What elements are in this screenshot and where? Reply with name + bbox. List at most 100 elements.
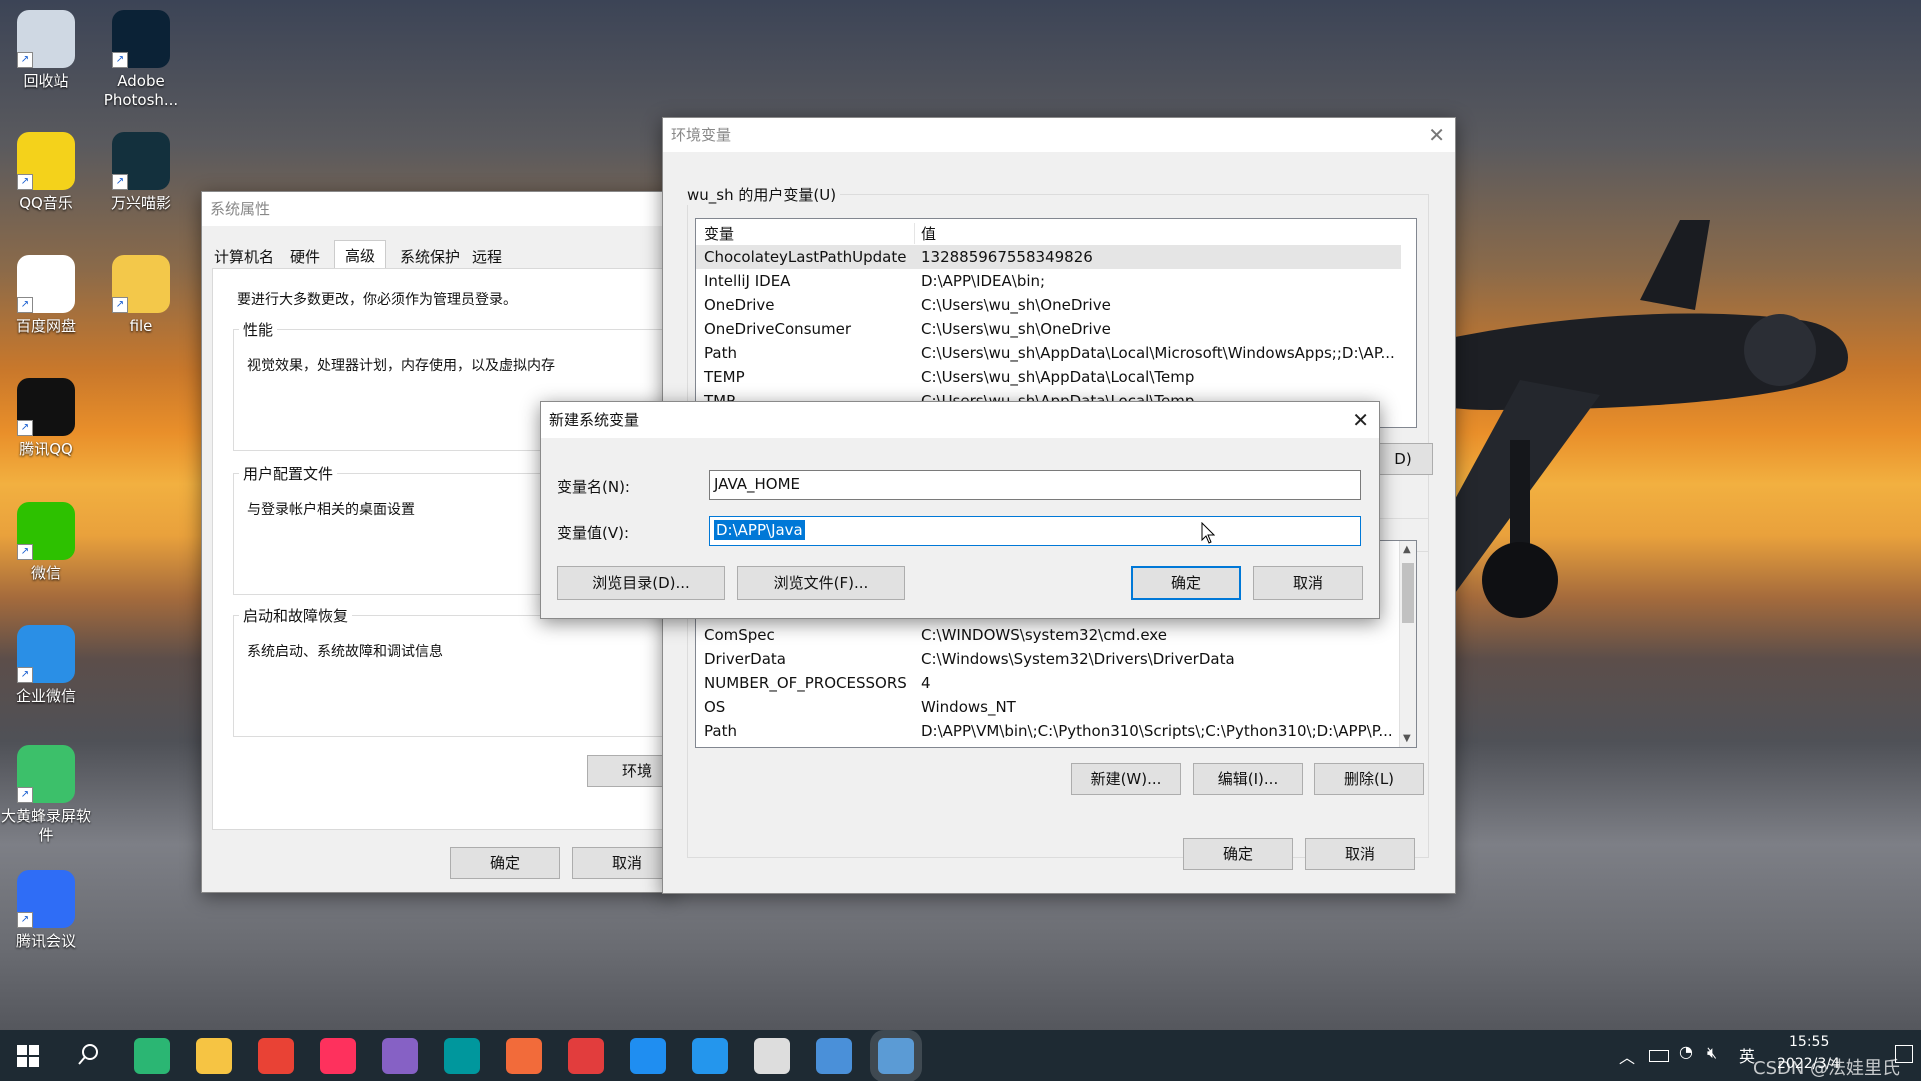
dialog-ok-button[interactable]: 确定 bbox=[1131, 566, 1241, 600]
desktop-icon[interactable]: ↗ 回收站 bbox=[0, 10, 96, 91]
tab-hardware[interactable]: 硬件 bbox=[290, 246, 320, 267]
chrome-icon[interactable] bbox=[258, 1038, 294, 1074]
browse-directory-button[interactable]: 浏览目录(D)... bbox=[557, 566, 725, 600]
desktop-icon[interactable]: ↗ 大黄蜂录屏软件 bbox=[0, 745, 96, 845]
tab-advanced[interactable]: 高级 bbox=[334, 240, 387, 270]
window-app-icon[interactable] bbox=[630, 1038, 666, 1074]
notification-icon[interactable] bbox=[1895, 1045, 1913, 1063]
desktop-icon[interactable]: ↗ 腾讯会议 bbox=[0, 870, 96, 951]
file-explorer-icon[interactable] bbox=[196, 1038, 232, 1074]
table-row[interactable]: TEMP C:\Users\wu_sh\AppData\Local\Temp bbox=[696, 365, 1416, 389]
volume-mute-icon[interactable]: 🔇︎ bbox=[1707, 1043, 1717, 1063]
desktop-icon[interactable]: ↗ 百度网盘 bbox=[0, 255, 96, 336]
variable-value-cell: 4 bbox=[921, 674, 931, 692]
edit-variable-button[interactable]: 编辑(I)... bbox=[1193, 763, 1303, 795]
dialog-title-text: 新建系统变量 bbox=[549, 411, 640, 429]
variable-name-cell: NUMBER_OF_PROCESSORS bbox=[704, 674, 907, 692]
admin-note: 要进行大多数更改，你必须作为管理员登录。 bbox=[237, 292, 517, 308]
variable-value-cell: 132885967558349826 bbox=[921, 248, 1093, 266]
browse-file-button[interactable]: 浏览文件(F)... bbox=[737, 566, 905, 600]
search-button[interactable] bbox=[76, 1042, 102, 1068]
tab-computer-name[interactable]: 计算机名 bbox=[214, 246, 274, 267]
desktop-icon-label: 回收站 bbox=[23, 72, 69, 90]
user-delete-button[interactable]: D) bbox=[1373, 443, 1433, 475]
env-ok-button[interactable]: 确定 bbox=[1183, 838, 1293, 870]
visual-studio-icon[interactable] bbox=[382, 1038, 418, 1074]
desktop-icon-label: 百度网盘 bbox=[15, 317, 76, 335]
git-app-icon[interactable] bbox=[754, 1038, 790, 1074]
table-row[interactable]: DriverData C:\Windows\System32\Drivers\Dr… bbox=[696, 647, 1416, 671]
close-icon[interactable]: ✕ bbox=[1352, 402, 1369, 438]
desktop-icon[interactable]: ↗ QQ音乐 bbox=[0, 132, 96, 213]
wifi-icon[interactable]: ◔ bbox=[1679, 1042, 1693, 1061]
table-row[interactable]: ComSpec C:\WINDOWS\system32\cmd.exe bbox=[696, 623, 1416, 647]
compass-app-icon[interactable] bbox=[506, 1038, 542, 1074]
desktop-icon[interactable]: ↗ 万兴喵影 bbox=[91, 132, 191, 213]
variable-value-cell: C:\Windows\System32\Drivers\DriverData bbox=[921, 650, 1235, 668]
performance-desc: 视觉效果，处理器计划，内存使用，以及虚拟内存 bbox=[247, 358, 555, 374]
table-row[interactable]: OS Windows_NT bbox=[696, 695, 1416, 719]
table-row[interactable]: NUMBER_OF_PROCESSORS 4 bbox=[696, 671, 1416, 695]
scrollbar[interactable]: ▲ ▼ bbox=[1399, 541, 1416, 747]
table-row[interactable]: OneDrive C:\Users\wu_sh\OneDrive bbox=[696, 293, 1416, 317]
table-row[interactable]: PATHEXT .COM;.EXE;.BAT;.CMD;.VBS;.VBE;.JS… bbox=[696, 743, 1416, 747]
wechat-icon: ↗ bbox=[17, 502, 75, 560]
intellij-icon[interactable] bbox=[320, 1038, 356, 1074]
desktop-icon[interactable]: ↗ Adobe Photosh... bbox=[91, 10, 191, 110]
new-variable-button[interactable]: 新建(W)... bbox=[1071, 763, 1181, 795]
desktop-icon-label: 企业微信 bbox=[15, 687, 76, 705]
dialog-cancel-button[interactable]: 取消 bbox=[1253, 566, 1363, 600]
performance-label: 性能 bbox=[239, 319, 278, 340]
col-header-variable[interactable]: 变量 bbox=[704, 223, 734, 244]
desktop-icon[interactable]: ↗ 企业微信 bbox=[0, 625, 96, 706]
system-settings-icon[interactable] bbox=[878, 1038, 914, 1074]
variable-value-cell: .COM;.EXE;.BAT;.CMD;.VBS;.VBE;.JS;.JSE;.… bbox=[921, 743, 1416, 747]
table-row[interactable]: Path C:\Users\wu_sh\AppData\Local\Microso… bbox=[696, 341, 1416, 365]
desktop-icon[interactable]: ↗ file bbox=[91, 255, 191, 336]
chevron-up-icon[interactable]: ︿ bbox=[1619, 1044, 1635, 1068]
scroll-up-icon[interactable]: ▲ bbox=[1403, 544, 1411, 555]
desktop-icon[interactable]: ↗ 腾讯QQ bbox=[0, 378, 96, 459]
shortcut-arrow-icon: ↗ bbox=[17, 912, 33, 928]
variable-name-label: 变量名(N): bbox=[557, 478, 630, 496]
wecom-icon: ↗ bbox=[17, 625, 75, 683]
variable-value-input[interactable]: D:\APP\Java bbox=[709, 516, 1361, 546]
tab-remote[interactable]: 远程 bbox=[472, 246, 502, 267]
table-row[interactable]: Path D:\APP\VM\bin\;C:\Python310\Scripts\… bbox=[696, 719, 1416, 743]
variable-value-label: 变量值(V): bbox=[557, 524, 630, 542]
arduino-icon[interactable] bbox=[444, 1038, 480, 1074]
xmind-icon[interactable] bbox=[568, 1038, 604, 1074]
battery-icon[interactable] bbox=[1649, 1050, 1669, 1062]
delete-variable-button[interactable]: 删除(L) bbox=[1314, 763, 1424, 795]
desktop-icon[interactable]: ↗ 微信 bbox=[0, 502, 96, 583]
user-profile-desc: 与登录帐户相关的桌面设置 bbox=[247, 502, 415, 518]
col-header-value[interactable]: 值 bbox=[914, 223, 936, 244]
table-row[interactable]: IntelliJ IDEA D:\APP\IDEA\bin; bbox=[696, 269, 1416, 293]
shortcut-arrow-icon: ↗ bbox=[17, 52, 33, 68]
scroll-down-icon[interactable]: ▼ bbox=[1403, 733, 1411, 744]
panda-app-icon[interactable] bbox=[134, 1038, 170, 1074]
docker-icon[interactable] bbox=[692, 1038, 728, 1074]
shortcut-arrow-icon: ↗ bbox=[17, 297, 33, 313]
system-tray: ︿ ◔ 🔇︎ 英 15:55 2022/3/4 CSDN @法娃里氏 bbox=[1615, 1030, 1921, 1081]
windows-icon bbox=[17, 1045, 39, 1067]
remote-desktop-icon[interactable] bbox=[816, 1038, 852, 1074]
tab-system-protection[interactable]: 系统保护 bbox=[400, 246, 460, 267]
sysprops-ok-button[interactable]: 确定 bbox=[450, 847, 560, 879]
start-button[interactable] bbox=[16, 1044, 40, 1068]
desktop-icon-label: 大黄蜂录屏软件 bbox=[0, 807, 91, 844]
startup-recovery-label: 启动和故障恢复 bbox=[239, 605, 353, 626]
taskbar: ︿ ◔ 🔇︎ 英 15:55 2022/3/4 CSDN @法娃里氏 bbox=[0, 1030, 1921, 1081]
env-cancel-button[interactable]: 取消 bbox=[1305, 838, 1415, 870]
table-row[interactable]: OneDriveConsumer C:\Users\wu_sh\OneDrive bbox=[696, 317, 1416, 341]
close-icon[interactable]: ✕ bbox=[1428, 118, 1445, 152]
new-system-variable-dialog: 新建系统变量 ✕ 变量名(N): JAVA_HOME 变量值(V): D:\APP… bbox=[540, 401, 1380, 619]
user-vars-list[interactable]: 变量 值 ChocolateyLastPathUpdate 13288596755… bbox=[695, 218, 1417, 428]
clock-time[interactable]: 15:55 bbox=[1789, 1034, 1829, 1050]
variable-name-input[interactable]: JAVA_HOME bbox=[709, 470, 1361, 500]
bee-recorder-icon: ↗ bbox=[17, 745, 75, 803]
variable-name-cell: ComSpec bbox=[704, 626, 775, 644]
table-row[interactable]: ChocolateyLastPathUpdate 1328859675583498… bbox=[696, 245, 1401, 269]
scroll-thumb[interactable] bbox=[1402, 563, 1414, 623]
variable-name-cell: PATHEXT bbox=[704, 743, 770, 747]
